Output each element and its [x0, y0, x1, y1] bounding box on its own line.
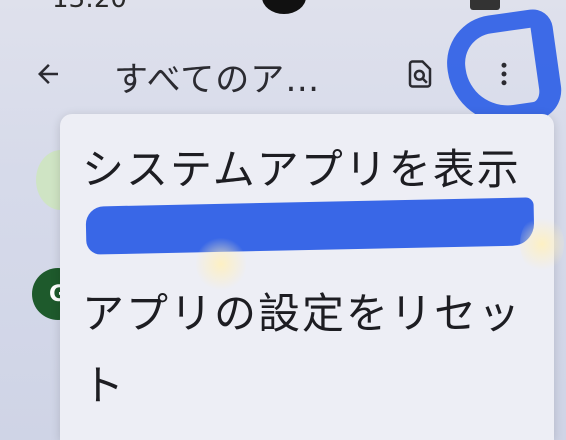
screen: 13:20 すべてのア… G システムアプリを — [0, 0, 566, 440]
camera-cutout — [262, 0, 306, 14]
marker-strike — [85, 197, 535, 255]
overflow-menu: システムアプリを表示 アプリの設定をリセット — [60, 114, 554, 440]
arrow-back-icon — [38, 64, 58, 84]
menu-item-show-system-apps[interactable]: システムアプリを表示 — [82, 134, 532, 206]
light-glare — [196, 236, 246, 292]
status-bar: 13:20 — [0, 0, 566, 14]
menu-item-reset-app-preferences[interactable]: アプリの設定をリセット — [82, 278, 532, 422]
light-glare — [520, 214, 564, 274]
page-title: すべてのア… — [114, 60, 321, 100]
battery-icon — [470, 0, 500, 10]
search-button[interactable] — [400, 54, 440, 94]
status-time: 13:20 — [52, 0, 127, 14]
marker-scribble — [440, 6, 566, 132]
search-in-page-icon — [408, 60, 432, 88]
back-button[interactable] — [26, 52, 70, 96]
